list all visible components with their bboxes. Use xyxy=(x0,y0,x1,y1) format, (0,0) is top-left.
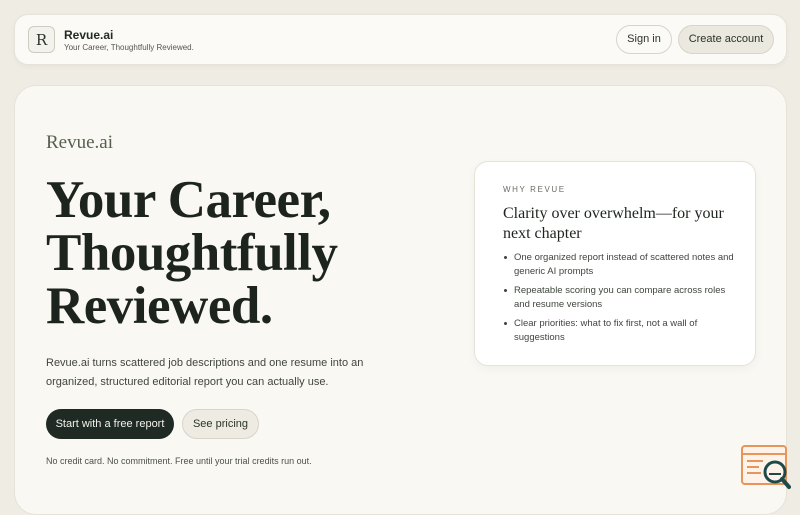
sign-in-button[interactable]: Sign in xyxy=(616,25,672,54)
benefits-list: One organized report instead of scattere… xyxy=(503,251,743,350)
site-header: R Revue.ai Your Career, Thoughtfully Rev… xyxy=(14,14,787,65)
hero-brand: Revue.ai xyxy=(46,132,114,153)
report-search-icon[interactable] xyxy=(741,444,791,490)
hero-title-line-1: Your Career, xyxy=(46,171,331,229)
card-title: Clarity over overwhelm—for your next cha… xyxy=(503,205,724,242)
create-account-button[interactable]: Create account xyxy=(678,25,774,54)
hero-section: Revue.ai Your Career, Thoughtfully Revie… xyxy=(14,85,787,515)
why-revue-card: WHY REVUE Clarity over overwhelm—for you… xyxy=(474,161,756,366)
hero-title-line-2: Thoughtfully xyxy=(46,224,338,282)
fineprint: No credit card. No commitment. Free unti… xyxy=(46,456,312,466)
start-free-report-button[interactable]: Start with a free report xyxy=(46,409,174,439)
hero-title: Your Career, Thoughtfully Reviewed. xyxy=(46,174,446,333)
hero-subtitle: Revue.ai turns scattered job description… xyxy=(46,357,364,388)
list-item: One organized report instead of scattere… xyxy=(503,251,743,279)
hero-title-line-3: Reviewed. xyxy=(46,277,273,335)
card-eyebrow: WHY REVUE xyxy=(503,185,566,194)
list-item: Repeatable scoring you can compare acros… xyxy=(503,284,743,312)
list-item: Clear priorities: what to fix first, not… xyxy=(503,317,743,345)
brand-name[interactable]: Revue.ai xyxy=(64,28,113,42)
see-pricing-button[interactable]: See pricing xyxy=(182,409,259,439)
brand-tagline: Your Career, Thoughtfully Reviewed. xyxy=(64,43,194,52)
logo-mark[interactable]: R xyxy=(28,26,55,53)
